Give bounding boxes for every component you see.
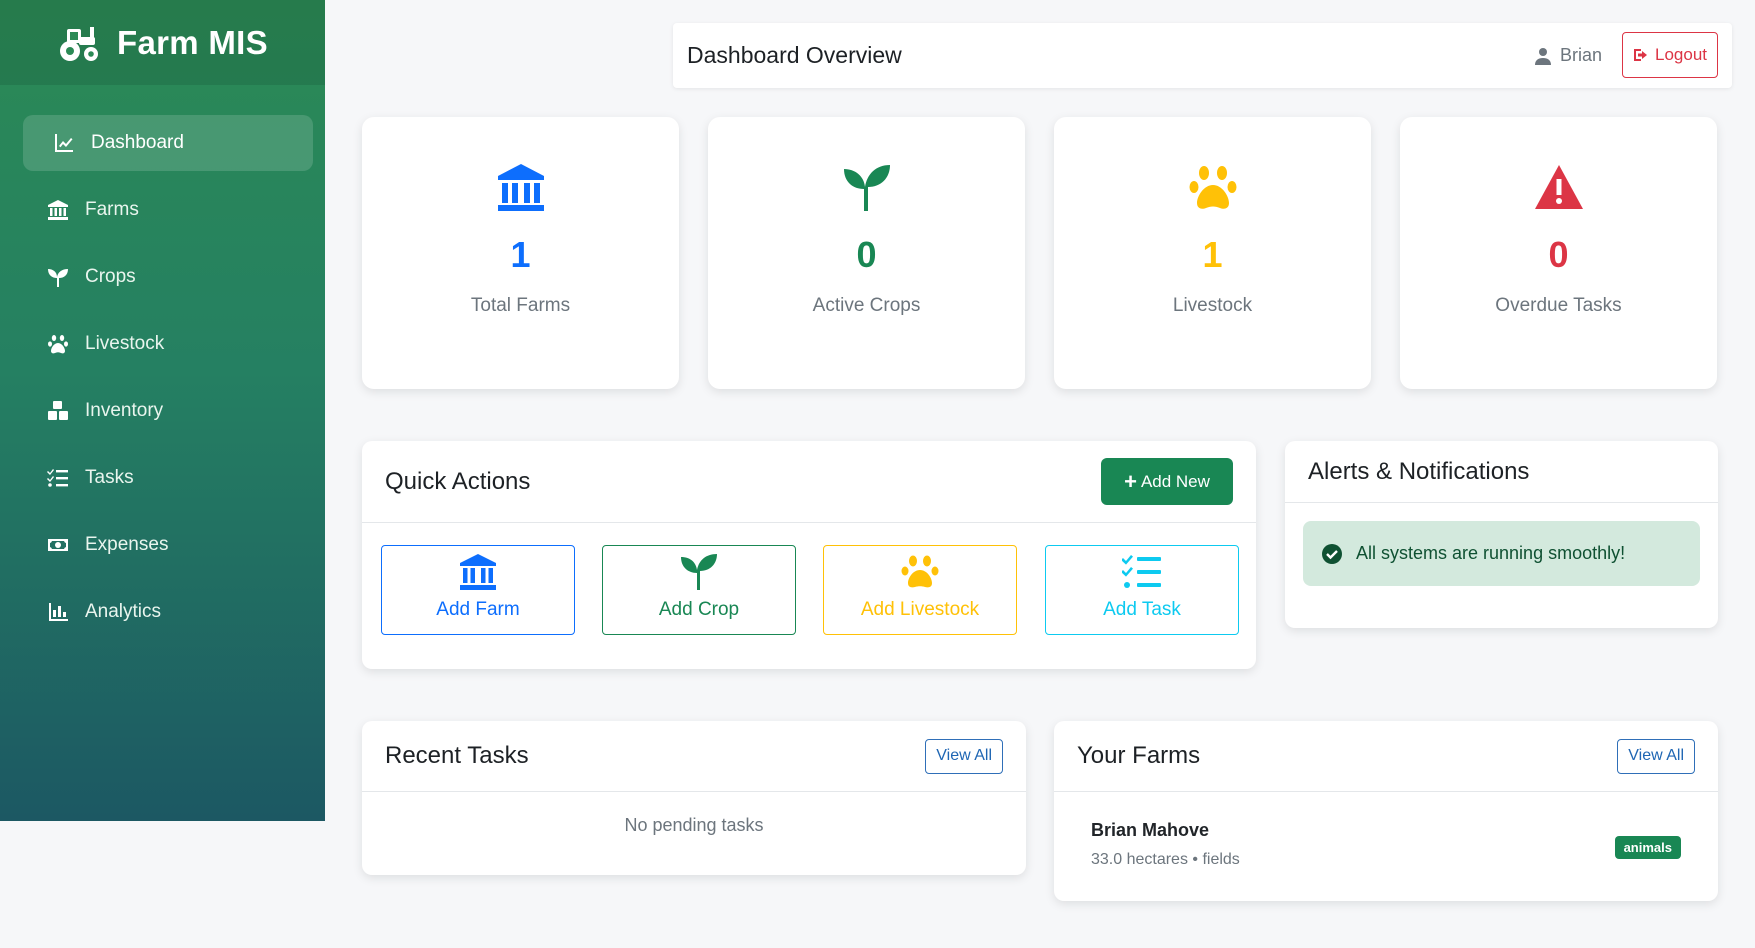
seedling-icon (681, 554, 717, 590)
action-label: Add Livestock (860, 599, 980, 620)
sidebar-item-dashboard[interactable]: Dashboard (23, 115, 313, 171)
user-menu[interactable]: Brian (1534, 45, 1602, 66)
card-title: Your Farms (1077, 742, 1201, 769)
sidebar-item-label: Expenses (85, 534, 169, 555)
card-title: Alerts & Notifications (1308, 457, 1530, 485)
seedling-icon (47, 266, 69, 288)
stat-card-overdue-tasks: 0 Overdue Tasks (1400, 117, 1717, 389)
add-farm-button[interactable]: Add Farm (381, 545, 575, 635)
card-title: Quick Actions (385, 467, 531, 495)
add-livestock-button[interactable]: Add Livestock (823, 545, 1017, 635)
stat-label: Livestock (1172, 295, 1253, 316)
stat-card-total-farms: 1 Total Farms (362, 117, 679, 389)
farm-details: 33.0 hectares • fields (1091, 851, 1240, 868)
sidebar-nav: Dashboard Farms Crops Livestock Inventor… (0, 115, 325, 640)
chart-line-icon (53, 132, 75, 154)
check-circle-icon (1322, 543, 1342, 564)
sidebar-item-label: Crops (85, 266, 136, 287)
sidebar-item-crops[interactable]: Crops (23, 249, 313, 305)
header: Dashboard Overview Brian Logout (673, 23, 1732, 88)
sidebar-item-label: Farms (85, 199, 139, 220)
paw-icon (47, 333, 69, 355)
page-title: Dashboard Overview (687, 42, 902, 68)
warning-icon (1534, 165, 1583, 209)
brand-name: Farm MIS (117, 23, 268, 61)
card-title: Recent Tasks (385, 742, 529, 769)
user-name: Brian (1559, 45, 1602, 65)
stat-label: Total Farms (470, 295, 571, 316)
stat-card-livestock: 1 Livestock (1054, 117, 1371, 389)
empty-state-text: No pending tasks (624, 815, 764, 835)
logout-label: Logout (1655, 44, 1707, 64)
sidebar-item-expenses[interactable]: Expenses (23, 517, 313, 573)
bar-chart-icon (47, 601, 69, 623)
stat-value: 0 (1548, 234, 1569, 275)
sidebar-item-label: Analytics (85, 601, 162, 622)
farm-type-badge: animals (1614, 836, 1681, 859)
view-all-button[interactable]: View All (1617, 738, 1695, 774)
money-bill-icon (47, 534, 69, 556)
paw-icon (1189, 166, 1236, 209)
recent-tasks-card: Recent Tasks View All No pending tasks (362, 721, 1026, 875)
sidebar-item-label: Dashboard (91, 132, 184, 153)
plus-icon: + (1124, 468, 1137, 494)
sidebar-item-label: Tasks (85, 467, 134, 488)
list-check-icon (47, 467, 69, 489)
boxes-icon (47, 400, 69, 422)
farm-list-item[interactable]: Brian Mahove 33.0 hectares • fields anim… (1054, 792, 1718, 869)
sidebar-item-analytics[interactable]: Analytics (23, 584, 313, 640)
action-label: Add Farm (436, 599, 520, 620)
action-label: Add Task (1103, 599, 1181, 620)
sidebar-item-label: Livestock (85, 333, 165, 354)
sidebar-item-farms[interactable]: Farms (23, 182, 313, 238)
your-farms-card: Your Farms View All Brian Mahove 33.0 he… (1054, 721, 1718, 901)
add-new-label: Add New (1140, 471, 1210, 491)
brand[interactable]: Farm MIS (0, 0, 325, 85)
add-new-button[interactable]: + Add New (1101, 458, 1233, 505)
add-crop-button[interactable]: Add Crop (602, 545, 796, 635)
action-label: Add Crop (658, 599, 740, 620)
sign-out-icon (1634, 48, 1647, 61)
sidebar-item-label: Inventory (85, 400, 164, 421)
bank-icon (47, 199, 69, 221)
tractor-icon (60, 26, 99, 61)
add-task-button[interactable]: Add Task (1045, 545, 1239, 635)
stat-label: Overdue Tasks (1495, 295, 1622, 316)
success-alert: All systems are running smoothly! (1303, 521, 1700, 586)
list-check-icon (1122, 555, 1161, 588)
bank-icon (460, 554, 496, 590)
stat-value: 0 (856, 234, 877, 275)
alerts-card: Alerts & Notifications All systems are r… (1285, 441, 1718, 628)
logout-button[interactable]: Logout (1622, 31, 1718, 78)
quick-actions-card: Quick Actions + Add New Add Farm Add Cro… (362, 441, 1256, 669)
paw-icon (901, 555, 939, 588)
stat-label: Active Crops (812, 295, 921, 316)
stat-card-active-crops: 0 Active Crops (708, 117, 1025, 389)
farm-name: Brian Mahove (1091, 820, 1210, 840)
sidebar-item-livestock[interactable]: Livestock (23, 316, 313, 372)
alert-message: All systems are running smoothly! (1356, 543, 1626, 563)
user-icon (1534, 47, 1551, 65)
view-all-button[interactable]: View All (925, 738, 1003, 774)
sidebar-item-tasks[interactable]: Tasks (23, 450, 313, 506)
bank-icon (497, 164, 544, 211)
stat-value: 1 (510, 234, 531, 275)
seedling-icon (843, 165, 890, 211)
sidebar: Farm MIS Dashboard Farms Crops Livestock (0, 0, 325, 821)
sidebar-item-inventory[interactable]: Inventory (23, 383, 313, 439)
stat-value: 1 (1202, 234, 1223, 275)
